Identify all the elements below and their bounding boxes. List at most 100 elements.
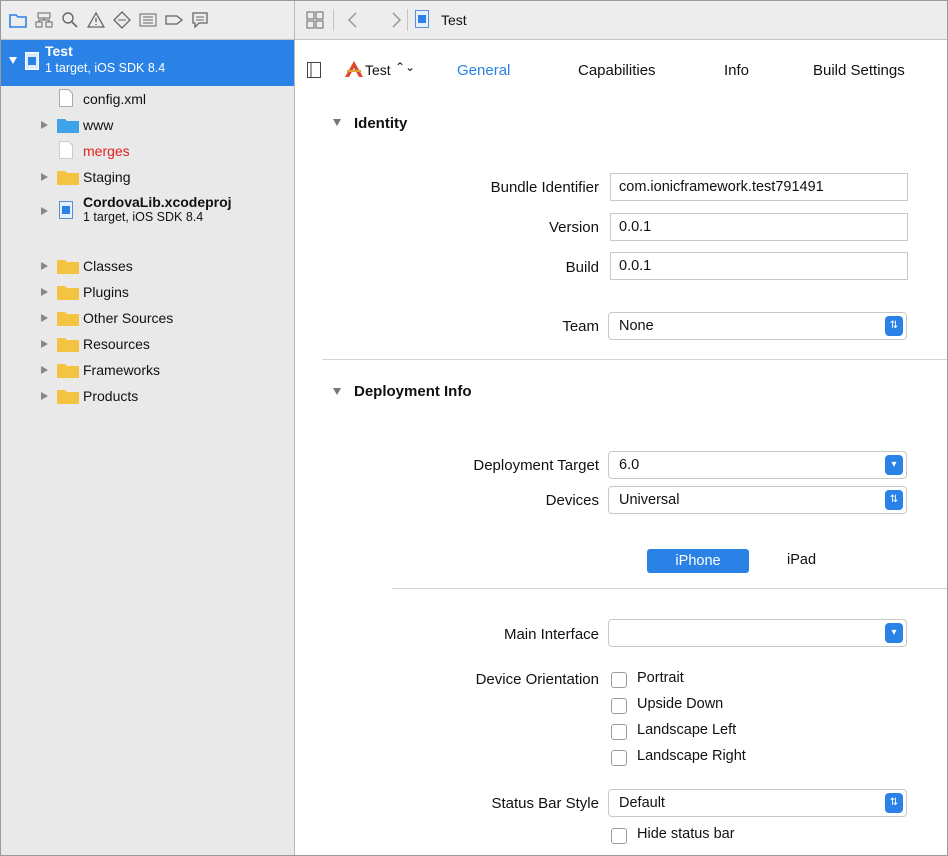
- separator: [333, 9, 334, 31]
- breakpoint-icon[interactable]: [165, 11, 183, 29]
- tree-item-plugins[interactable]: Plugins: [1, 279, 294, 305]
- tree-item-label: Frameworks: [83, 362, 161, 378]
- landscape-left-checkbox[interactable]: [611, 724, 627, 740]
- folder-icon: [57, 338, 79, 352]
- tree-item-label: CordovaLib.xcodeproj: [83, 194, 232, 210]
- disclosure-closed-icon[interactable]: [41, 392, 48, 400]
- related-items-icon[interactable]: [306, 11, 324, 29]
- segment-ipad[interactable]: iPad: [787, 552, 816, 568]
- disclosure-open-icon[interactable]: [333, 388, 341, 395]
- deployment-target-label: Deployment Target: [473, 457, 599, 474]
- deployment-target-combo[interactable]: 6.0 ▾: [608, 451, 907, 479]
- disclosure-open-icon[interactable]: [333, 119, 341, 126]
- tree-item-label: Resources: [83, 336, 150, 352]
- upside-down-checkbox[interactable]: [611, 698, 627, 714]
- hide-status-bar-checkbox[interactable]: [611, 828, 627, 844]
- sidebar-toggle-icon[interactable]: [307, 62, 321, 78]
- tree-item-label: config.xml: [83, 91, 147, 107]
- tree-item-classes[interactable]: Classes: [1, 253, 294, 279]
- project-navigator: Test 1 target, iOS SDK 8.4 config.xml ww…: [1, 1, 295, 855]
- tree-item-frameworks[interactable]: Frameworks: [1, 357, 294, 383]
- disclosure-open-icon[interactable]: [9, 57, 17, 64]
- disclosure-closed-icon[interactable]: [41, 288, 48, 296]
- version-field[interactable]: 0.0.1: [610, 213, 908, 241]
- folder-icon: [57, 286, 79, 300]
- tree-item-label: Products: [83, 388, 139, 404]
- tree-item-merges[interactable]: merges: [1, 138, 294, 164]
- build-label: Build: [565, 259, 599, 276]
- chevron-down-icon[interactable]: ▾: [885, 455, 903, 475]
- separator: [407, 9, 408, 31]
- portrait-checkbox[interactable]: [611, 672, 627, 688]
- tab-info[interactable]: Info: [724, 62, 749, 79]
- folder-icon[interactable]: [9, 11, 27, 29]
- search-icon[interactable]: [61, 11, 79, 29]
- upside-down-label: Upside Down: [637, 696, 724, 712]
- landscape-right-label: Landscape Right: [637, 748, 746, 764]
- bundle-identifier-field[interactable]: com.ionicframework.test791491: [610, 173, 908, 201]
- project-row-test[interactable]: Test 1 target, iOS SDK 8.4: [1, 40, 294, 86]
- build-field[interactable]: 0.0.1: [610, 252, 908, 280]
- hide-status-bar-label: Hide status bar: [637, 826, 735, 842]
- team-value: None: [619, 318, 654, 334]
- chevron-updown-icon[interactable]: ⇅: [885, 793, 903, 813]
- project-icon: [59, 201, 73, 219]
- chevron-updown-icon[interactable]: ⌃⌄: [395, 60, 415, 74]
- tree-item-www[interactable]: www: [1, 112, 294, 138]
- debug-icon[interactable]: [139, 11, 157, 29]
- tab-capabilities[interactable]: Capabilities: [578, 62, 656, 79]
- tree-item-cordovalib[interactable]: CordovaLib.xcodeproj 1 target, iOS SDK 8…: [1, 190, 294, 232]
- disclosure-closed-icon[interactable]: [41, 207, 48, 215]
- team-popup[interactable]: None ⇅: [608, 312, 907, 340]
- devices-value: Universal: [619, 492, 680, 508]
- disclosure-closed-icon[interactable]: [41, 314, 48, 322]
- project-name: Test: [45, 43, 73, 59]
- test-diamond-icon[interactable]: [113, 11, 131, 29]
- log-icon[interactable]: [191, 11, 209, 29]
- tab-general[interactable]: General: [457, 62, 510, 79]
- segment-iphone[interactable]: iPhone: [647, 549, 749, 573]
- disclosure-closed-icon[interactable]: [41, 366, 48, 374]
- tree-item-label: Staging: [83, 169, 131, 185]
- disclosure-closed-icon[interactable]: [41, 262, 48, 270]
- file-icon: [59, 141, 73, 159]
- jumpbar-file-label[interactable]: Test: [441, 12, 467, 28]
- target-tab-bar: Test ⌃⌄ General Capabilities Info Build …: [295, 40, 947, 84]
- device-orientation-label: Device Orientation: [475, 671, 599, 688]
- project-icon: [25, 52, 39, 70]
- devices-popup[interactable]: Universal ⇅: [608, 486, 907, 514]
- file-icon: [59, 89, 73, 107]
- tree-item-label: www: [83, 117, 114, 133]
- chevron-updown-icon[interactable]: ⇅: [885, 316, 903, 336]
- folder-icon: [57, 171, 79, 185]
- tree-item-config-xml[interactable]: config.xml: [1, 86, 294, 112]
- main-interface-label: Main Interface: [503, 626, 599, 643]
- team-label: Team: [562, 318, 599, 335]
- warning-icon[interactable]: [87, 11, 105, 29]
- tree-item-products[interactable]: Products: [1, 383, 294, 409]
- disclosure-closed-icon[interactable]: [41, 121, 48, 129]
- tree-item-other-sources[interactable]: Other Sources: [1, 305, 294, 331]
- tree-item-label: Plugins: [83, 284, 129, 300]
- section-divider: [322, 359, 947, 360]
- status-bar-style-popup[interactable]: Default ⇅: [608, 789, 907, 817]
- hierarchy-icon[interactable]: [35, 11, 53, 29]
- tab-build-settings[interactable]: Build Settings: [813, 62, 905, 79]
- tree-item-resources[interactable]: Resources: [1, 331, 294, 357]
- folder-icon: [57, 390, 79, 404]
- back-arrow-icon[interactable]: [347, 12, 359, 28]
- disclosure-closed-icon[interactable]: [41, 340, 48, 348]
- chevron-down-icon[interactable]: ▾: [885, 623, 903, 643]
- disclosure-closed-icon[interactable]: [41, 173, 48, 181]
- landscape-right-checkbox[interactable]: [611, 750, 627, 766]
- status-bar-style-label: Status Bar Style: [491, 795, 599, 812]
- forward-arrow-icon[interactable]: [390, 12, 402, 28]
- folder-icon: [57, 364, 79, 378]
- target-selector[interactable]: Test: [365, 62, 391, 78]
- tree-item-label: merges: [83, 143, 130, 159]
- main-interface-combo[interactable]: ▾: [608, 619, 907, 647]
- project-subtitle: 1 target, iOS SDK 8.4: [45, 61, 166, 75]
- tree-item-staging[interactable]: Staging: [1, 164, 294, 190]
- chevron-updown-icon[interactable]: ⇅: [885, 490, 903, 510]
- section-divider: [392, 588, 947, 589]
